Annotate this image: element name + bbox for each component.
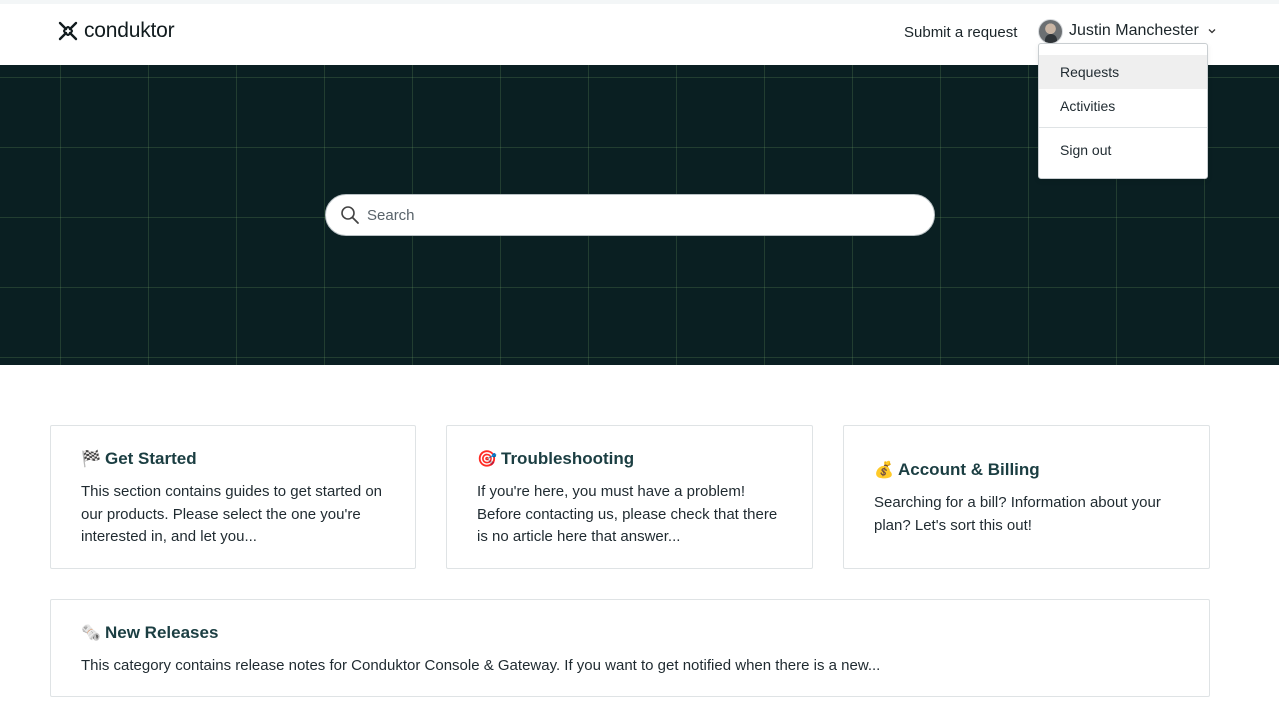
category-title: 🎯 Troubleshooting [477, 449, 782, 469]
dropdown-item-activities[interactable]: Activities [1039, 89, 1207, 123]
search-icon [341, 206, 359, 224]
user-dropdown-menu: Requests Activities Sign out [1038, 43, 1208, 179]
dropdown-divider [1039, 127, 1207, 128]
avatar [1038, 18, 1063, 44]
category-description: This section contains guides to get star… [81, 483, 383, 545]
category-description: Searching for a bill? Information about … [874, 494, 1161, 534]
category-title: 🗞️ New Releases [81, 623, 1179, 643]
category-card-troubleshooting[interactable]: 🎯 Troubleshooting If you're here, you mu… [446, 425, 813, 569]
newspaper-icon: 🗞️ [81, 625, 101, 642]
search-input[interactable] [367, 206, 907, 224]
dropdown-item-requests[interactable]: Requests [1039, 55, 1207, 89]
category-title-text: Troubleshooting [501, 449, 635, 468]
category-title: 🏁 Get Started [81, 449, 385, 469]
category-card-new-releases[interactable]: 🗞️ New Releases This category contains r… [50, 599, 1210, 697]
logo-text: conduktor [84, 19, 175, 42]
dropdown-item-sign-out[interactable]: Sign out [1039, 133, 1207, 167]
category-card-get-started[interactable]: 🏁 Get Started This section contains guid… [50, 425, 416, 569]
conduktor-logo-icon [58, 21, 78, 41]
money-bag-icon: 💰 [874, 462, 894, 479]
chevron-down-icon [1208, 29, 1216, 34]
checkered-flag-icon: 🏁 [81, 451, 101, 468]
category-description: If you're here, you must have a problem!… [477, 483, 778, 545]
category-title-text: New Releases [105, 623, 219, 642]
category-title-text: Get Started [105, 449, 197, 468]
category-card-account-billing[interactable]: 💰 Account & Billing Searching for a bill… [843, 425, 1210, 569]
user-name: Justin Manchester [1069, 22, 1199, 39]
category-title: 💰 Account & Billing [874, 460, 1179, 480]
submit-request-link[interactable]: Submit a request [904, 24, 1017, 41]
target-icon: 🎯 [477, 451, 497, 468]
user-menu-toggle[interactable]: Justin Manchester [1038, 17, 1217, 45]
category-description: This category contains release notes for… [81, 657, 881, 674]
conduktor-logo[interactable]: conduktor [58, 19, 175, 42]
category-title-text: Account & Billing [898, 460, 1040, 479]
search-bar[interactable] [325, 194, 935, 236]
